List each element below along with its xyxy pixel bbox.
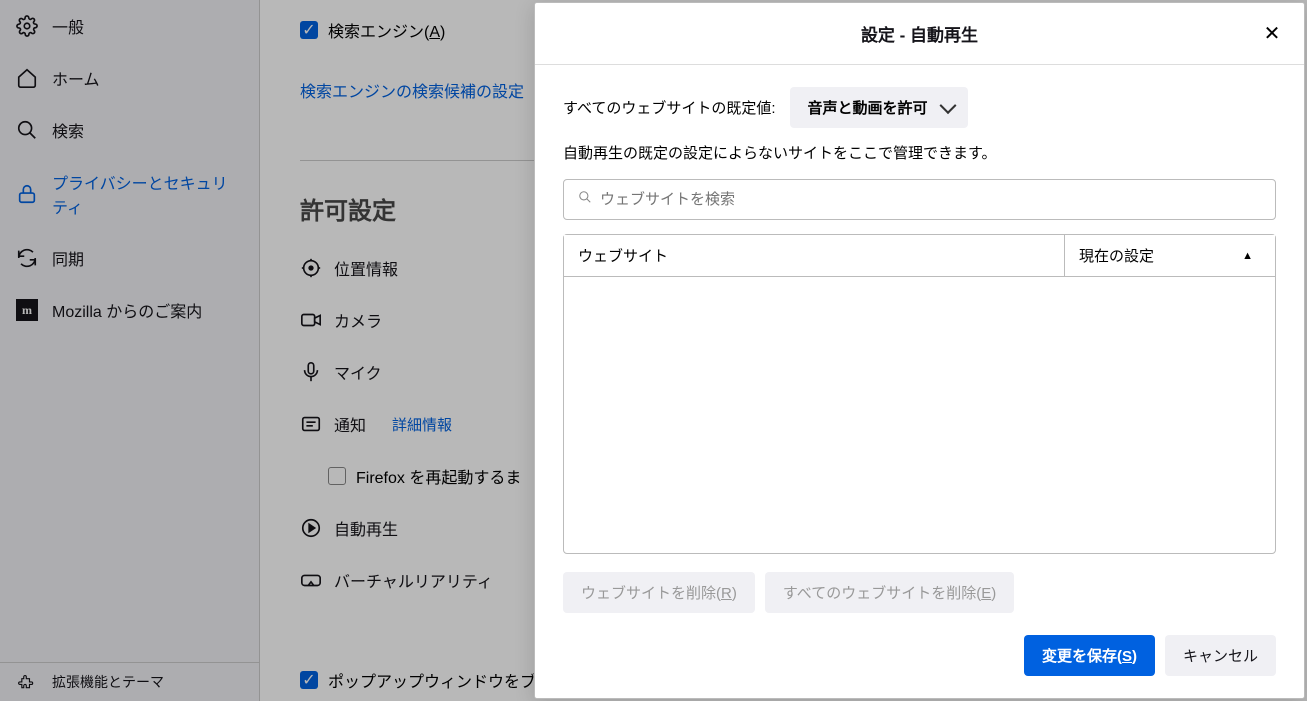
remove-buttons-row: ウェブサイトを削除(R) すべてのウェブサイトを削除(E)	[563, 572, 1276, 613]
cancel-button[interactable]: キャンセル	[1165, 635, 1276, 676]
save-button[interactable]: 変更を保存(S)	[1024, 635, 1155, 676]
autoplay-settings-dialog: 設定 - 自動再生 ✕ すべてのウェブサイトの既定値: 音声と動画を許可 自動再…	[534, 2, 1305, 699]
sort-ascending-icon: ▲	[1242, 250, 1253, 262]
search-icon	[578, 190, 592, 209]
table-header: ウェブサイト 現在の設定 ▲	[564, 235, 1275, 277]
dialog-header: 設定 - 自動再生 ✕	[535, 3, 1304, 65]
dialog-body: すべてのウェブサイトの既定値: 音声と動画を許可 自動再生の既定の設定によらない…	[535, 65, 1304, 635]
column-website[interactable]: ウェブサイト	[564, 235, 1065, 276]
close-icon[interactable]: ✕	[1258, 19, 1286, 47]
default-label: すべてのウェブサイトの既定値:	[563, 97, 776, 118]
remove-all-websites-button[interactable]: すべてのウェブサイトを削除(E)	[765, 572, 1014, 613]
default-value-row: すべてのウェブサイトの既定値: 音声と動画を許可	[563, 87, 1276, 128]
dialog-footer: 変更を保存(S) キャンセル	[535, 635, 1304, 698]
default-value-select[interactable]: 音声と動画を許可	[790, 87, 968, 128]
remove-website-button[interactable]: ウェブサイトを削除(R)	[563, 572, 755, 613]
website-search-input[interactable]	[600, 191, 1261, 208]
dialog-description: 自動再生の既定の設定によらないサイトをここで管理できます。	[563, 142, 1276, 163]
dialog-title: 設定 - 自動再生	[861, 21, 978, 46]
website-table: ウェブサイト 現在の設定 ▲	[563, 234, 1276, 554]
table-body	[564, 277, 1275, 553]
column-status[interactable]: 現在の設定 ▲	[1065, 235, 1275, 276]
website-search-box[interactable]	[563, 179, 1276, 220]
select-value: 音声と動画を許可	[808, 100, 928, 117]
